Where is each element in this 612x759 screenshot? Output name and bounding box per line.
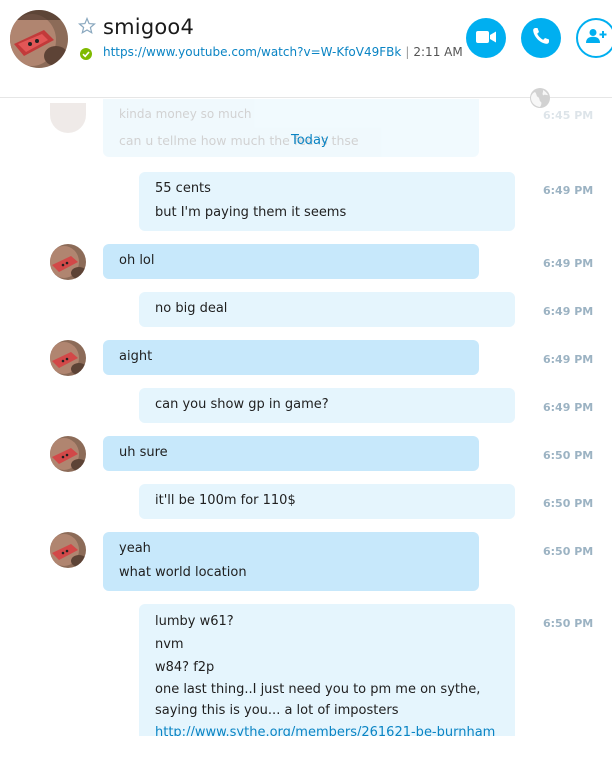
message-text: it'll be 100m for 110$ xyxy=(155,493,296,508)
message-bubble-incoming[interactable]: aight xyxy=(103,340,479,375)
message-text: but I'm paying them it seems xyxy=(155,205,347,220)
mood-separator: | xyxy=(405,45,410,59)
message-text: one last thing..I just need you to pm me… xyxy=(155,682,481,697)
message-time: 6:45 PM xyxy=(543,109,594,122)
message-text: w84? f2p xyxy=(155,660,215,675)
message-text: kinda money so much xyxy=(119,107,252,121)
add-people-button[interactable] xyxy=(576,18,612,58)
message-text: no big deal xyxy=(155,301,228,316)
mood-link[interactable]: https://www.youtube.com/watch?v=W-KfoV49… xyxy=(103,45,401,59)
message-time: 6:49 PM xyxy=(543,353,594,366)
message-bubble-outgoing[interactable]: no big deal xyxy=(139,292,515,327)
online-check-icon xyxy=(80,45,92,60)
add-person-icon xyxy=(585,28,607,48)
contact-avatar[interactable] xyxy=(50,532,86,568)
contact-avatar xyxy=(50,103,86,133)
message-bubble-outgoing[interactable]: 55 cents but I'm paying them it seems xyxy=(139,172,515,231)
message-time: 6:49 PM xyxy=(543,257,594,270)
local-time: 2:11 AM xyxy=(413,45,463,59)
message-text: yeah xyxy=(119,541,151,556)
message-time: 6:50 PM xyxy=(543,617,594,630)
contact-avatar[interactable] xyxy=(50,244,86,280)
message-bubble-incoming[interactable]: yeah what world location xyxy=(103,532,479,591)
audio-call-button[interactable] xyxy=(521,18,561,58)
previous-message-faded: kinda money so much can u tellme how muc… xyxy=(0,99,612,159)
video-call-button[interactable] xyxy=(466,18,506,58)
day-divider: Today xyxy=(291,133,329,148)
message-text: can you show gp in game? xyxy=(155,397,329,412)
message-time: 6:50 PM xyxy=(543,449,594,462)
contact-avatar[interactable] xyxy=(50,340,86,376)
contact-name: smigoo4 xyxy=(103,15,195,39)
video-camera-icon xyxy=(476,29,496,48)
message-bubble-outgoing[interactable]: it'll be 100m for 110$ xyxy=(139,484,515,519)
contact-avatar[interactable] xyxy=(50,436,86,472)
message-time: 6:50 PM xyxy=(543,497,594,510)
message-bubble-outgoing[interactable]: lumby w61? nvm w84? f2p one last thing..… xyxy=(139,604,515,736)
message-text: oh lol xyxy=(119,253,155,268)
message-text: nvm xyxy=(155,637,184,652)
conversation-header: smigoo4 https://www.youtube.com/watch?v=… xyxy=(0,0,612,98)
message-time: 6:49 PM xyxy=(543,184,594,197)
message-bubble-incoming[interactable]: uh sure xyxy=(103,436,479,471)
message-text: lumby w61? xyxy=(155,614,234,629)
star-outline-icon[interactable] xyxy=(78,16,96,35)
message-bubble-incoming[interactable]: oh lol xyxy=(103,244,479,279)
message-time: 6:49 PM xyxy=(543,401,594,414)
message-link[interactable]: http://www.sythe.org/members/261621-be-b… xyxy=(155,721,499,736)
message-text: uh sure xyxy=(119,445,168,460)
message-text: saying this is you... a lot of imposters xyxy=(155,703,399,718)
mood-message: https://www.youtube.com/watch?v=W-KfoV49… xyxy=(103,45,463,59)
phone-icon xyxy=(532,27,550,49)
message-text: 55 cents xyxy=(155,181,211,196)
message-time: 6:50 PM xyxy=(543,545,594,558)
message-text: aight xyxy=(119,349,153,364)
message-text: what world location xyxy=(119,565,247,580)
contact-avatar[interactable] xyxy=(10,10,68,68)
message-bubble-outgoing[interactable]: can you show gp in game? xyxy=(139,388,515,423)
message-time: 6:49 PM xyxy=(543,305,594,318)
